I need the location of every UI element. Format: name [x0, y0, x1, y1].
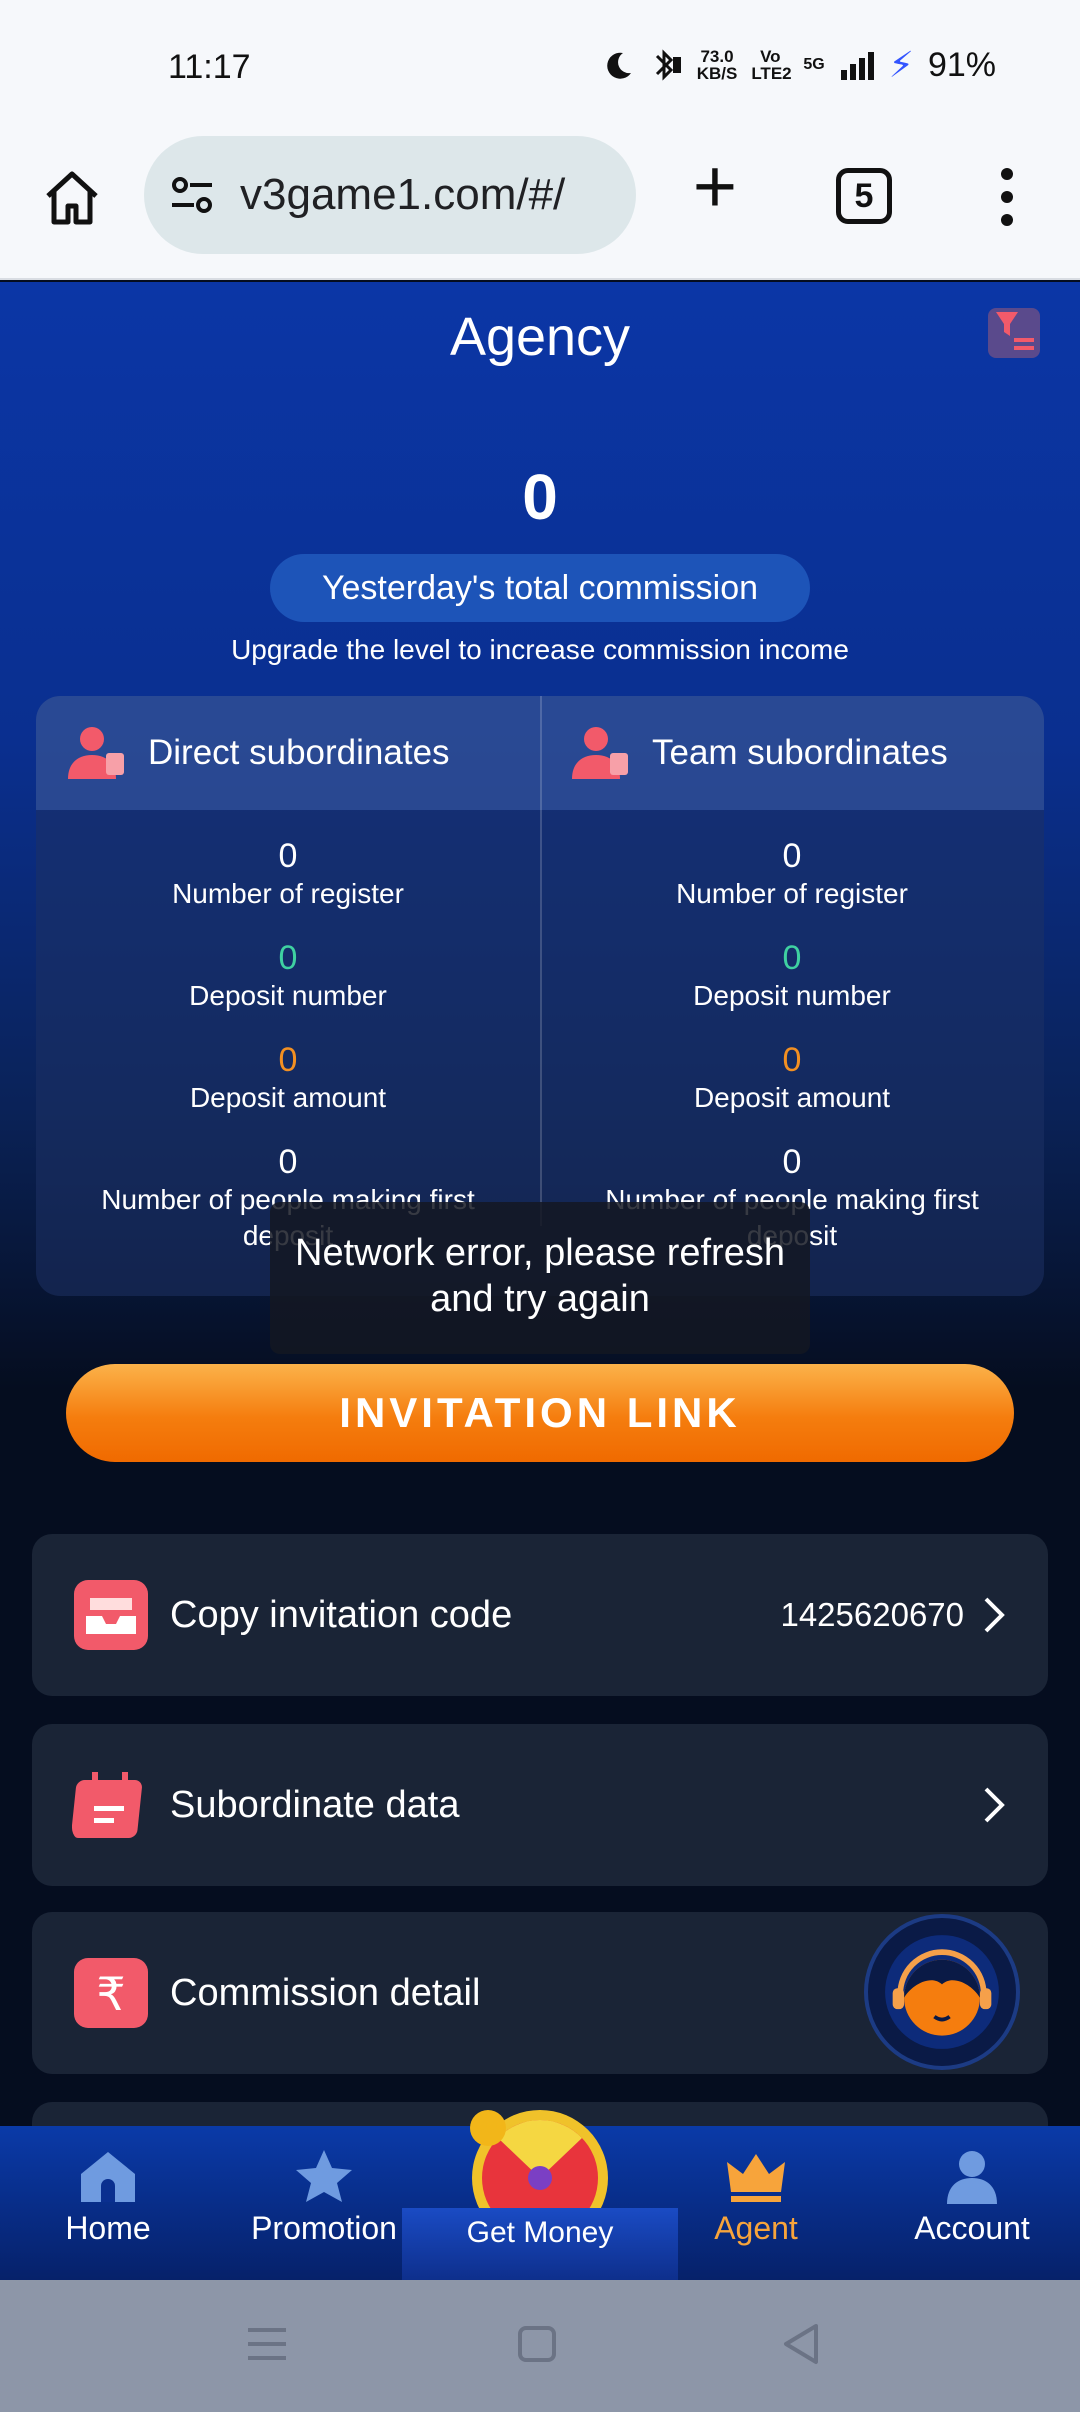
copy-invitation-code-label: Copy invitation code	[170, 1593, 513, 1636]
direct-deposit-amount-value: 0	[278, 1041, 298, 1079]
more-options-icon[interactable]	[990, 162, 1024, 232]
status-bar: 11:17 73.0 KB/S Vo LTE2 5G ⚡ 91%	[0, 0, 1080, 136]
svg-text:₹: ₹	[96, 1967, 125, 2021]
back-icon[interactable]	[780, 2322, 822, 2366]
account-icon	[947, 2151, 997, 2204]
copy-invitation-code-row[interactable]: Copy invitation code 1425620670	[32, 1534, 1048, 1696]
yesterday-commission-label: Yesterday's total commission	[270, 554, 810, 622]
direct-deposit-amount-label: Deposit amount	[189, 1082, 387, 1113]
signal-icon	[840, 52, 874, 80]
chevron-right-icon	[984, 1597, 1005, 1633]
customer-support-icon[interactable]	[864, 1914, 1020, 2070]
team-register-value: 0	[782, 837, 802, 875]
person-icon	[68, 727, 124, 779]
nav-home-label: Home	[65, 2210, 151, 2246]
home-nav-icon	[81, 2152, 135, 2202]
team-deposit-amount-value: 0	[782, 1041, 802, 1079]
home-square-icon[interactable]	[516, 2322, 558, 2366]
star-icon	[296, 2150, 352, 2202]
person-icon	[572, 727, 628, 779]
volte-indicator: Vo LTE2	[751, 47, 792, 83]
team-first-deposit-value: 0	[782, 1143, 802, 1181]
direct-subordinates-title: Direct subordinates	[148, 733, 450, 772]
network-speed: 73.0 KB/S	[696, 47, 738, 83]
url-text[interactable]: v3game1.com/#/	[240, 170, 610, 220]
charging-icon: ⚡	[888, 44, 914, 85]
team-deposit-amount-label: Deposit amount	[693, 1082, 891, 1113]
nav-agent-label: Agent	[714, 2210, 798, 2246]
agency-page: Agency 0 Yesterday's total commission Up…	[0, 282, 1080, 2128]
filter-list-icon[interactable]	[984, 302, 1044, 362]
tab-switcher-button[interactable]: 5	[836, 168, 892, 224]
nav-agent[interactable]: Agent	[648, 2126, 864, 2280]
moon-icon	[606, 52, 631, 79]
get-money-button[interactable]: Get Money	[402, 2098, 678, 2280]
chevron-right-icon	[984, 1787, 1005, 1823]
subordinate-data-row[interactable]: Subordinate data	[32, 1724, 1048, 1886]
subordinate-data-label: Subordinate data	[170, 1783, 460, 1826]
nav-account-label: Account	[914, 2210, 1030, 2246]
status-icons: 73.0 KB/S Vo LTE2 5G ⚡ 91%	[603, 44, 996, 86]
network-type: 5G	[803, 56, 825, 73]
direct-first-deposit-value: 0	[278, 1143, 298, 1181]
browser-toolbar: v3game1.com/#/ + 5	[0, 136, 1080, 280]
system-navigation-bar	[0, 2280, 1080, 2412]
bluetooth-icon	[655, 49, 681, 81]
yesterday-commission-value: 0	[522, 461, 558, 533]
inbox-icon	[74, 1580, 148, 1650]
calendar-icon	[72, 1772, 142, 1838]
rupee-icon: ₹	[74, 1958, 148, 2028]
upgrade-hint: Upgrade the level to increase commission…	[231, 634, 849, 665]
team-subordinates-tab: Team subordinates	[540, 696, 948, 810]
get-money-label: Get Money	[402, 2208, 678, 2280]
page-title: Agency	[449, 307, 631, 367]
team-subordinates-title: Team subordinates	[652, 733, 948, 772]
direct-subordinates-tab: Direct subordinates	[36, 696, 450, 810]
site-settings-icon[interactable]	[168, 171, 216, 219]
network-error-toast: Network error, please refresh and try ag…	[270, 1202, 810, 1354]
nav-home[interactable]: Home	[0, 2126, 216, 2280]
status-time: 11:17	[168, 48, 251, 86]
crown-icon	[727, 2154, 785, 2202]
invitation-code-value: 1425620670	[780, 1596, 964, 1633]
address-bar[interactable]: v3game1.com/#/	[144, 136, 636, 254]
direct-deposit-number-value: 0	[278, 939, 298, 977]
invitation-link-button[interactable]: INVITATION LINK	[66, 1364, 1014, 1462]
nav-promotion[interactable]: Promotion	[216, 2126, 432, 2280]
nav-account[interactable]: Account	[864, 2126, 1080, 2280]
new-tab-button[interactable]: +	[680, 149, 750, 225]
team-deposit-number-value: 0	[782, 939, 802, 977]
direct-deposit-number-label: Deposit number	[189, 980, 387, 1011]
team-register-label: Number of register	[676, 878, 908, 909]
direct-register-value: 0	[278, 837, 298, 875]
home-icon[interactable]	[40, 166, 104, 230]
team-deposit-number-label: Deposit number	[693, 980, 891, 1011]
recent-apps-icon[interactable]	[246, 2322, 288, 2366]
battery-level: 91%	[927, 45, 996, 84]
nav-promotion-label: Promotion	[251, 2210, 397, 2246]
direct-register-label: Number of register	[172, 878, 404, 909]
